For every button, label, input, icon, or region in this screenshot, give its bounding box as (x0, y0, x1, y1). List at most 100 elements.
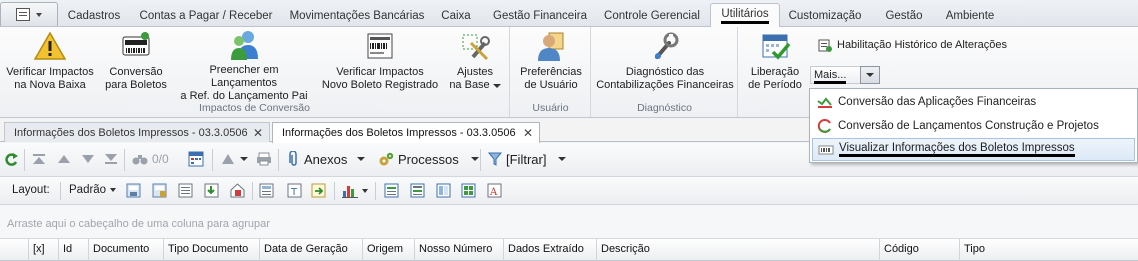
mais-dropdown-menu: Conversão das Aplicações Financeiras Con… (809, 88, 1138, 163)
column-header-select[interactable]: [x] (28, 239, 58, 261)
document-tab-2[interactable]: Informações dos Boletos Impressos - 03.3… (272, 122, 540, 143)
anexos-dropdown[interactable]: Anexos (288, 151, 366, 167)
button-label: Diagnóstico das (625, 66, 705, 78)
menu-item-visualizar-boletos[interactable]: Visualizar Informações dos Boletos Impre… (812, 138, 1135, 161)
export-icon[interactable] (311, 183, 326, 198)
tab-controle-gerencial[interactable]: Controle Gerencial (600, 4, 704, 27)
button-label: Conversão (109, 66, 163, 78)
diagnostico-contabilizacoes-button[interactable]: Diagnóstico das Contabilizações Financei… (596, 29, 734, 95)
grid-view-2-icon[interactable] (410, 183, 425, 198)
column-header-dados-extraido[interactable]: Dados Extraído (503, 239, 596, 261)
tab-caixa[interactable]: Caixa (436, 4, 476, 27)
grid-view-4-icon[interactable] (461, 183, 476, 198)
separator (252, 182, 253, 200)
document-tab-1[interactable]: Informações dos Boletos Impressos - 03.3… (4, 122, 270, 142)
delete-layout-icon[interactable] (230, 183, 245, 198)
column-header-origem[interactable]: Origem (362, 239, 414, 261)
column-header-tipo[interactable]: Tipo (959, 239, 1138, 261)
conversao-para-boletos-button[interactable]: Conversão para Boletos (102, 29, 170, 95)
group-by-panel[interactable]: Arraste aqui o cabeçalho de uma coluna p… (0, 205, 1138, 239)
column-header-tipo-documento[interactable]: Tipo Documento (163, 239, 259, 261)
document-tab-label: Informações dos Boletos Impressos - 03.3… (14, 126, 248, 139)
import-layout-icon[interactable] (204, 183, 219, 198)
processos-dropdown[interactable]: Processos (378, 151, 479, 167)
column-header-descricao[interactable]: Descrição (596, 239, 879, 261)
tools-icon (458, 29, 492, 63)
close-icon[interactable]: ✕ (253, 126, 263, 140)
tab-gestao-financeira[interactable]: Gestão Financeira (488, 4, 592, 27)
font-icon[interactable]: A (487, 183, 502, 198)
menu-item-conversao-lancamentos[interactable]: Conversão de Lançamentos Construção e Pr… (812, 114, 1135, 137)
group-panel-icon[interactable] (259, 183, 274, 198)
application-menu-button[interactable] (0, 2, 58, 26)
tab-ambiente[interactable]: Ambiente (940, 4, 1000, 27)
chevron-down-icon (558, 157, 567, 161)
layout-label: Layout: (12, 184, 50, 196)
grid-view-3-icon[interactable] (436, 183, 451, 198)
tab-utilitarios[interactable]: Utilitários (710, 3, 780, 28)
last-record-icon[interactable] (104, 153, 118, 165)
save-layout-as-icon[interactable] (152, 183, 167, 198)
grid-view-1-icon[interactable] (384, 183, 399, 198)
chevron-down-icon (866, 73, 874, 77)
button-label: Novo Boleto Registrado (321, 79, 439, 91)
layout-label-text: Layout: (12, 184, 50, 196)
chart-arrow-icon (812, 95, 838, 109)
column-header-data-geracao[interactable]: Data de Geração (259, 239, 362, 261)
layout-list-icon[interactable] (178, 183, 193, 198)
close-icon[interactable]: ✕ (523, 126, 533, 140)
verificar-impactos-nova-baixa-button[interactable]: Verificar Impactos na Nova Baixa (4, 29, 96, 95)
column-header-codigo[interactable]: Código (879, 239, 959, 261)
separator (60, 182, 61, 200)
text-format-icon[interactable]: T (287, 183, 302, 198)
menu-icon (16, 8, 30, 21)
mais-dropdown[interactable]: Mais... (810, 66, 880, 84)
find-record-control[interactable]: 0/0 (132, 152, 169, 166)
column-header-id[interactable]: Id (58, 239, 88, 261)
grid-header: [x] Id Documento Tipo Documento Data de … (0, 239, 1138, 261)
edit-tools-dropdown[interactable] (220, 152, 248, 166)
menu-item-conversao-aplicacoes[interactable]: Conversão das Aplicações Financeiras (812, 90, 1135, 113)
user-preferences-icon (534, 29, 568, 63)
mais-dropdown-arrow[interactable] (860, 66, 880, 84)
layout-select[interactable]: Padrão (69, 184, 117, 196)
tab-movimentacoes-bancarias[interactable]: Movimentações Bancárias (286, 4, 428, 27)
ajustes-line2: na Base (449, 79, 501, 92)
column-header-documento[interactable]: Documento (88, 239, 163, 261)
save-layout-icon[interactable] (126, 183, 141, 198)
tab-contas-pagar-receber[interactable]: Contas a Pagar / Receber (136, 4, 276, 27)
verificar-impactos-novo-boleto-button[interactable]: Verificar Impactos Novo Boleto Registrad… (320, 29, 440, 95)
boleto-icon (119, 29, 153, 63)
group-by-hint: Arraste aqui o cabeçalho de uma coluna p… (7, 218, 270, 230)
filtrar-dropdown[interactable]: [Filtrar] (488, 151, 567, 167)
preencher-lancamentos-button[interactable]: Preencher em Lançamentos a Ref. do Lança… (176, 29, 312, 102)
ajustes-na-base-button[interactable]: Ajustes na Base (446, 29, 504, 95)
habilitacao-historico-button[interactable]: Habilitação Histórico de Alterações (818, 38, 1007, 52)
ribbon-tab-bar: Cadastros Contas a Pagar / Receber Movim… (0, 0, 1138, 28)
next-record-icon[interactable] (82, 153, 94, 165)
edit-tools-icon (222, 154, 234, 164)
group-impactos-conversao: Verificar Impactos na Nova Baixa Convers… (0, 27, 510, 117)
tab-cadastros[interactable]: Cadastros (62, 4, 126, 27)
button-label: Contabilizações Financeiras (596, 79, 734, 91)
tab-customizacao[interactable]: Customização (786, 4, 864, 27)
first-record-icon[interactable] (32, 153, 46, 165)
previous-record-icon[interactable] (58, 153, 70, 165)
separator (375, 182, 376, 200)
tab-gestao[interactable]: Gestão (880, 4, 928, 27)
preferencias-usuario-button[interactable]: Preferências de Usuário (515, 29, 587, 95)
mais-label: Mais... (814, 69, 847, 84)
group-label: Diagnóstico (637, 102, 692, 114)
select-columns-icon[interactable] (188, 151, 204, 167)
layout-toolbar: Layout: Padrão T A (0, 177, 1138, 205)
column-header-nosso-numero[interactable]: Nosso Número (414, 239, 503, 261)
button-label: Ajustes (456, 66, 494, 78)
chart-dropdown[interactable] (342, 183, 368, 198)
refresh-icon[interactable] (4, 152, 18, 168)
button-label: na Nova Baixa (14, 79, 86, 91)
print-icon[interactable] (256, 152, 272, 166)
group-label: Impactos de Conversão (199, 102, 310, 114)
mais-button[interactable]: Mais... (810, 66, 860, 84)
record-counter: 0/0 (152, 152, 169, 166)
liberacao-periodo-button[interactable]: Liberação de Período (745, 29, 805, 95)
